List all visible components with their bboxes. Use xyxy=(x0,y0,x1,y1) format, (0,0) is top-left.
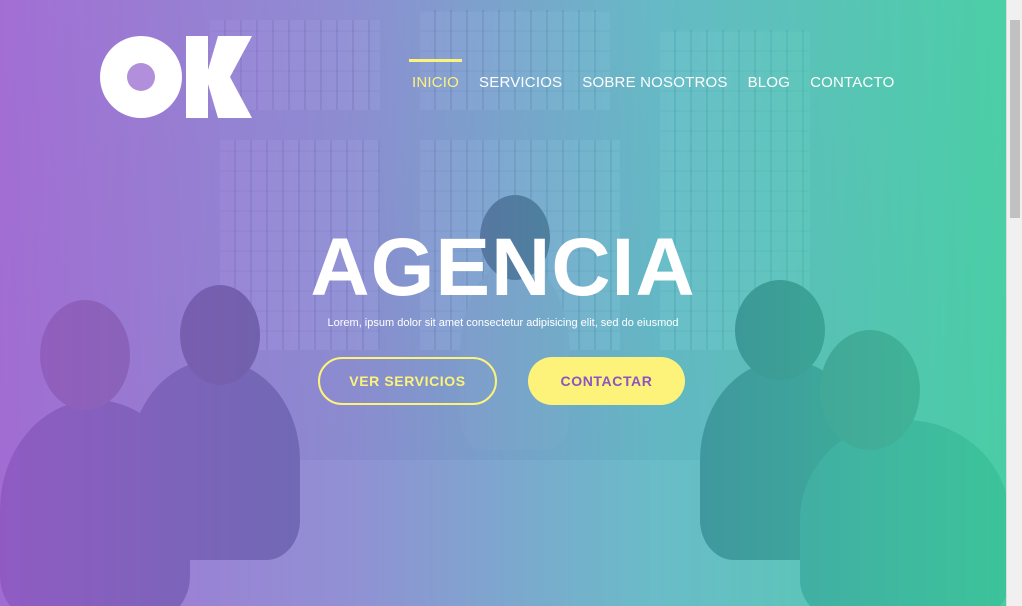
page-scrollbar[interactable] xyxy=(1006,0,1022,606)
nav-item-contacto[interactable]: CONTACTO xyxy=(810,74,894,91)
hero-title: AGENCIA xyxy=(310,222,696,313)
brand-logo[interactable] xyxy=(100,36,252,118)
nav-item-blog[interactable]: BLOG xyxy=(748,74,790,91)
page-viewport: INICIO SERVICIOS SOBRE NOSOTROS BLOG CON… xyxy=(0,0,1006,606)
ver-servicios-button[interactable]: VER SERVICIOS xyxy=(318,357,497,405)
main-navigation: INICIO SERVICIOS SOBRE NOSOTROS BLOG CON… xyxy=(408,59,914,91)
nav-item-inicio[interactable]: INICIO xyxy=(408,59,463,91)
hero-subtitle: Lorem, ipsum dolor sit amet consectetur … xyxy=(327,317,679,329)
nav-item-servicios[interactable]: SERVICIOS xyxy=(479,74,562,91)
contactar-button[interactable]: CONTACTAR xyxy=(528,357,685,405)
scrollbar-thumb[interactable] xyxy=(1010,20,1020,218)
nav-item-sobre-nosotros[interactable]: SOBRE NOSOTROS xyxy=(582,74,727,91)
